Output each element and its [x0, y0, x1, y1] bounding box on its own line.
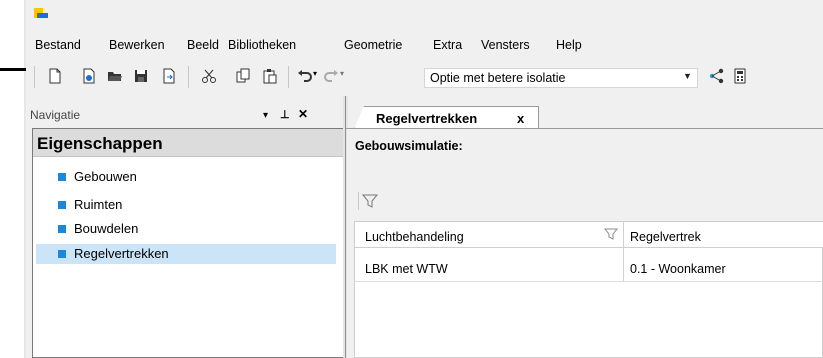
undo-dropdown-icon[interactable]: ▾ — [313, 69, 317, 78]
new-project-icon[interactable] — [79, 66, 99, 86]
open-folder-icon[interactable] — [105, 66, 125, 86]
share-icon[interactable] — [707, 66, 727, 86]
grid-cell[interactable]: 0.1 - Woonkamer — [630, 262, 726, 276]
nav-item-regelvertrekken[interactable]: Regelvertrekken — [36, 244, 336, 264]
bullet-icon — [58, 250, 66, 258]
column-header-regelvertrek[interactable]: Regelvertrek — [630, 230, 701, 244]
bullet-icon — [58, 173, 66, 181]
menu-help[interactable]: Help — [556, 38, 582, 52]
cut-icon[interactable] — [199, 66, 219, 86]
export-icon[interactable] — [159, 66, 179, 86]
menu-beeld[interactable]: Beeld — [187, 38, 219, 52]
column-header-luchtbehandeling[interactable]: Luchtbehandeling — [365, 230, 464, 244]
undo-icon[interactable] — [295, 66, 315, 86]
menu-bibliotheken[interactable]: Bibliotheken — [228, 38, 296, 52]
nav-item-label: Gebouwen — [74, 169, 137, 184]
nav-item-label: Ruimten — [74, 197, 123, 212]
splitter-border — [345, 96, 346, 358]
paste-icon[interactable] — [260, 66, 280, 86]
filter-icon[interactable] — [361, 192, 379, 210]
bullet-icon — [58, 225, 66, 233]
close-icon[interactable]: ✕ — [298, 107, 308, 121]
section-label: Gebouwsimulatie: — [355, 139, 463, 153]
chevron-down-icon[interactable]: ▼ — [683, 71, 692, 81]
nav-item-label: Regelvertrekken — [74, 246, 169, 261]
bullet-icon — [58, 201, 66, 209]
app-logo-icon — [33, 6, 49, 22]
navigation-title: Navigatie — [30, 108, 81, 122]
tab-close-icon[interactable]: x — [517, 111, 524, 126]
menu-vensters[interactable]: Vensters — [481, 38, 530, 52]
option-select-value: Optie met betere isolatie — [430, 71, 566, 85]
pin-icon[interactable]: ⊥ — [280, 108, 290, 121]
redo-icon[interactable] — [321, 66, 341, 86]
menu-bewerken[interactable]: Bewerken — [109, 38, 165, 52]
redo-dropdown-icon[interactable]: ▾ — [340, 69, 344, 78]
toolbar-grip — [34, 66, 35, 88]
toolbar-separator — [188, 66, 189, 88]
nav-item-gebouwen[interactable]: Gebouwen — [36, 167, 336, 187]
filter-bar-grip — [358, 192, 359, 210]
title-bar — [26, 0, 823, 30]
toolbar-separator — [288, 66, 289, 88]
nav-item-bouwdelen[interactable]: Bouwdelen — [36, 219, 336, 239]
menu-bestand[interactable]: Bestand — [35, 38, 81, 52]
column-filter-icon[interactable] — [603, 227, 619, 241]
nav-item-ruimten[interactable]: Ruimten — [36, 195, 336, 215]
menu-geometrie[interactable]: Geometrie — [344, 38, 402, 52]
column-divider[interactable] — [623, 222, 624, 282]
calculator-icon[interactable] — [730, 66, 750, 86]
copy-icon[interactable] — [233, 66, 253, 86]
menu-extra[interactable]: Extra — [433, 38, 462, 52]
background-strip — [0, 0, 26, 358]
nav-item-label: Bouwdelen — [74, 221, 139, 236]
tab-label: Regelvertrekken — [376, 111, 478, 126]
properties-heading: Eigenschappen — [37, 134, 163, 153]
save-icon[interactable] — [131, 66, 151, 86]
navigation-panel — [32, 128, 343, 358]
panel-dropdown-icon[interactable]: ▾ — [263, 110, 268, 121]
new-file-icon[interactable] — [45, 66, 65, 86]
grid-cell[interactable]: LBK met WTW — [365, 262, 448, 276]
row-divider — [355, 281, 823, 282]
